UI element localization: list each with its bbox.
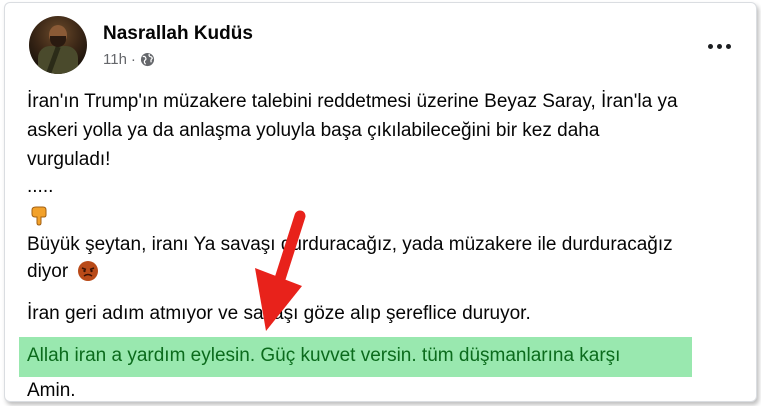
post-text-line: diyor xyxy=(27,261,69,282)
post-text-line: Amin. xyxy=(27,380,76,401)
more-options-icon[interactable] xyxy=(701,32,737,60)
separator-dot: · xyxy=(130,51,136,68)
post-text-line: askeri yolla ya da anlaşma yoluyla başa … xyxy=(27,120,600,141)
highlighted-text-line: Allah iran a yardım eylesin. Güç kuvvet … xyxy=(27,345,621,366)
globe-icon[interactable] xyxy=(140,52,155,67)
post-meta: 11h · xyxy=(103,51,155,68)
post-text-line: ..... xyxy=(27,176,54,197)
avatar[interactable] xyxy=(29,16,87,74)
post-text-line: İran'ın Trump'ın müzakere talebini redde… xyxy=(27,91,678,112)
post-text-line: vurguladı! xyxy=(27,149,111,170)
post-text-line: Büyük şeytan, iranı Ya savaşı durduracağ… xyxy=(27,234,673,255)
post-text-line: İran geri adım atmıyor ve savaşı göze al… xyxy=(27,303,531,324)
post-timestamp[interactable]: 11h xyxy=(103,51,127,68)
author-name[interactable]: Nasrallah Kudüs xyxy=(103,23,253,45)
angry-face-icon xyxy=(78,261,98,281)
point-down-icon xyxy=(31,206,47,226)
